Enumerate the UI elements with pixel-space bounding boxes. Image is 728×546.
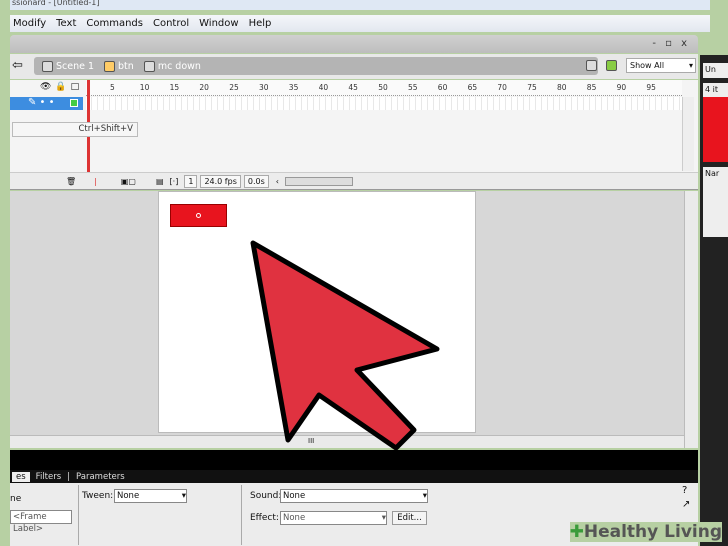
- effect-value: None: [283, 513, 306, 523]
- edit-button[interactable]: Edit...: [392, 511, 427, 525]
- library-panel: Un 4 it Nar: [700, 55, 728, 546]
- tween-select[interactable]: None ▾: [114, 489, 187, 503]
- effect-label: Effect:: [250, 513, 279, 523]
- library-count: 4 it: [703, 83, 728, 97]
- sound-label: Sound:: [250, 491, 282, 501]
- tween-value: None: [117, 491, 140, 501]
- sound-select[interactable]: None ▾: [280, 489, 428, 503]
- watermark-logo: ✚Healthy Living: [569, 522, 722, 542]
- library-tab[interactable]: Un: [703, 63, 728, 78]
- sound-value: None: [283, 491, 306, 501]
- effect-select[interactable]: None ▾: [280, 511, 387, 525]
- tab-filters[interactable]: Filters: [36, 472, 61, 482]
- cursor-arrow-icon: [250, 240, 440, 451]
- tab-properties[interactable]: es: [12, 471, 30, 482]
- frame-label-input[interactable]: <Frame Label>: [10, 510, 72, 534]
- library-preview: [703, 97, 728, 162]
- watermark-text: Healthy Living: [583, 522, 722, 542]
- help-icon[interactable]: ?: [682, 485, 687, 496]
- properties-tabs: es Filters | Parameters: [10, 470, 698, 483]
- frame-heading: ne: [10, 494, 22, 504]
- panel-divider: [10, 450, 698, 470]
- expand-icon[interactable]: ↗: [682, 499, 690, 510]
- library-list: Nar: [703, 167, 728, 237]
- name-column-header[interactable]: Nar: [705, 169, 719, 178]
- tween-label: Tween:: [82, 491, 114, 501]
- tab-parameters[interactable]: Parameters: [76, 472, 125, 482]
